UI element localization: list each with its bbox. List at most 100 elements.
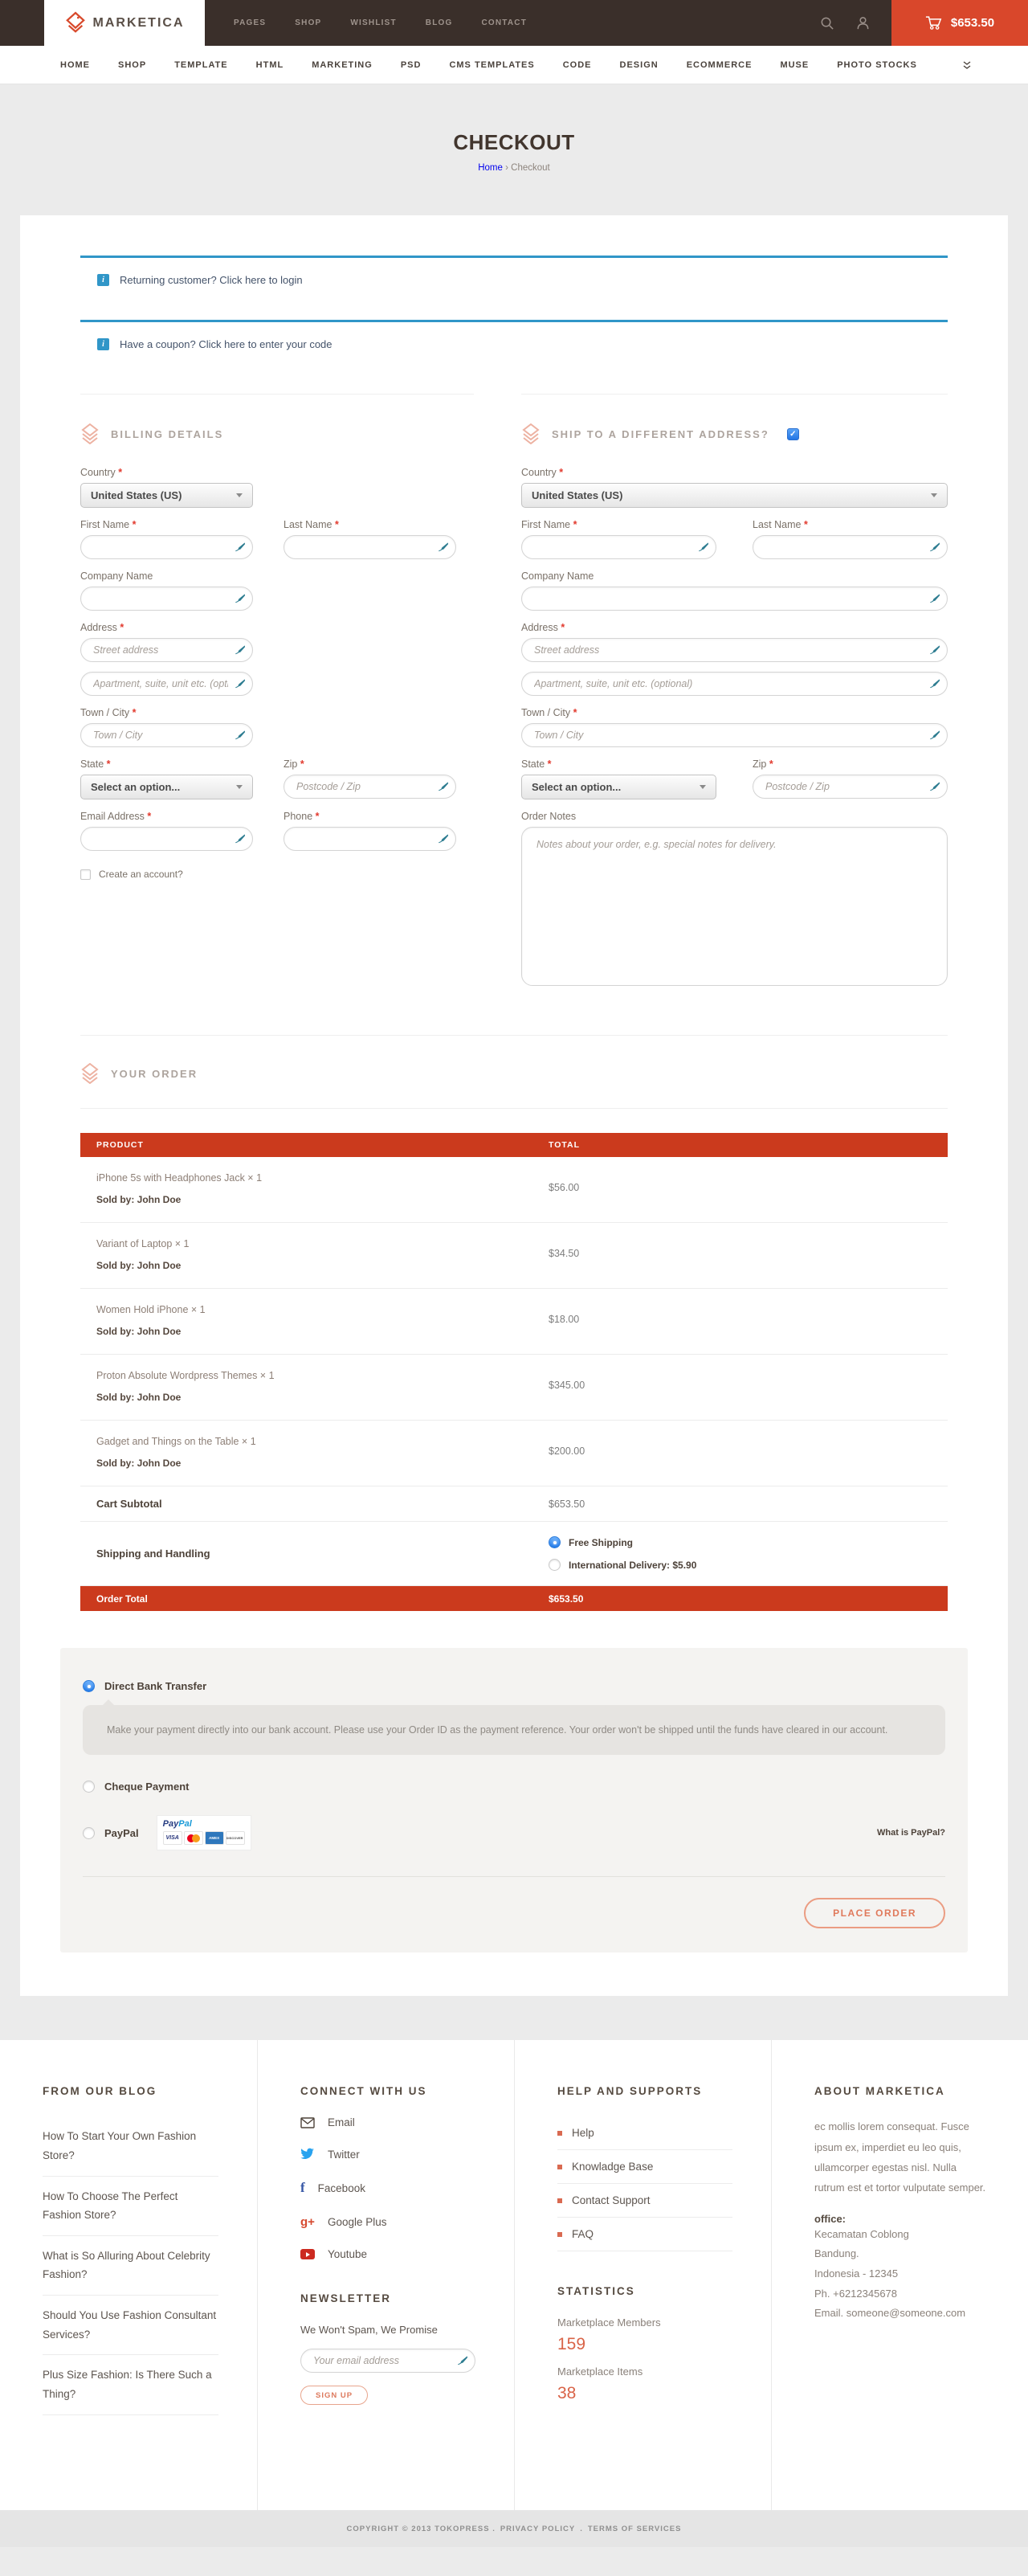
product-total: $56.00 [549, 1172, 579, 1205]
field-label: Town / City * [521, 707, 948, 718]
place-order-button[interactable]: PLACE ORDER [804, 1898, 945, 1928]
coupon-link[interactable]: Click here to enter your code [198, 338, 332, 350]
chevron-double-down-icon[interactable] [962, 60, 972, 70]
brand-logo[interactable]: MARKETICA [44, 0, 205, 46]
billing-zip-input[interactable] [284, 775, 456, 799]
main-nav-photo-stocks[interactable]: PHOTO STOCKS [837, 60, 917, 70]
privacy-policy-link[interactable]: PRIVACY POLICY [500, 2525, 575, 2533]
main-nav-cms-templates[interactable]: CMS TEMPLATES [449, 60, 534, 70]
social-link-googleplus[interactable]: g+ Google Plus [300, 2215, 475, 2229]
billing-last-name-field: Last Name * [284, 519, 456, 559]
radio-icon[interactable] [83, 1781, 95, 1793]
sold-by: Sold by: John Doe [96, 1458, 549, 1469]
signup-button[interactable]: SIGN UP [300, 2386, 368, 2405]
shipping-zip-input[interactable] [753, 775, 948, 799]
top-nav: PAGES SHOP WISHLIST BLOG CONTACT [234, 0, 527, 46]
field-label: Last Name * [284, 519, 456, 530]
social-link-twitter[interactable]: Twitter [300, 2148, 475, 2161]
billing-town-input[interactable] [80, 723, 253, 747]
cart-button[interactable]: $653.50 [891, 0, 1028, 46]
shipping-apartment-input[interactable] [521, 672, 948, 696]
radio-icon[interactable] [549, 1559, 561, 1571]
radio-icon[interactable] [83, 1827, 95, 1839]
radio-selected-icon[interactable] [83, 1680, 95, 1692]
shipping-country-select[interactable]: United States (US) [521, 483, 948, 508]
field-label: First Name * [80, 519, 253, 530]
blog-link[interactable]: Should You Use Fashion Consultant Servic… [43, 2296, 218, 2355]
payment-method-paypal[interactable]: PayPal PayPal VISA AMEX DISCOVER What is… [83, 1815, 945, 1850]
shipping-option-free[interactable]: Free Shipping [549, 1536, 696, 1548]
top-nav-pages[interactable]: PAGES [234, 18, 266, 27]
main-nav-code[interactable]: CODE [563, 60, 592, 70]
shipping-first-name-input[interactable] [521, 535, 716, 559]
layers-icon [521, 423, 541, 444]
main-nav-marketing[interactable]: MARKETING [312, 60, 373, 70]
shipping-company-input[interactable] [521, 587, 948, 611]
top-nav-blog[interactable]: BLOG [426, 18, 453, 27]
blog-link[interactable]: How To Choose The Perfect Fashion Store? [43, 2177, 218, 2236]
ship-different-checkbox[interactable] [787, 428, 799, 440]
order-total-value: $653.50 [549, 1593, 583, 1605]
billing-phone-input[interactable] [284, 827, 456, 851]
main-nav-template[interactable]: TEMPLATE [174, 60, 227, 70]
order-notes-textarea[interactable] [521, 827, 948, 986]
shipping-town-input[interactable] [521, 723, 948, 747]
user-icon[interactable] [855, 15, 871, 31]
layers-icon [80, 423, 100, 444]
breadcrumb: Home › Checkout [0, 163, 1028, 173]
shipping-option-international[interactable]: International Delivery: $5.90 [549, 1559, 696, 1571]
billing-company-input[interactable] [80, 587, 253, 611]
dropdown-arrow-icon [236, 785, 243, 789]
main-nav-ecommerce[interactable]: ECOMMERCE [687, 60, 753, 70]
newsletter-email-input[interactable] [300, 2349, 475, 2373]
billing-email-input[interactable] [80, 827, 253, 851]
stat-members-value: 159 [557, 2335, 732, 2354]
payment-method-bank[interactable]: Direct Bank Transfer [83, 1680, 945, 1692]
field-label: Address * [521, 622, 948, 633]
shipping-last-name-input[interactable] [753, 535, 948, 559]
billing-company-field: Company Name [80, 570, 474, 611]
search-icon[interactable] [819, 15, 834, 31]
coupon-notice: i Have a coupon? Click here to enter you… [80, 320, 948, 365]
top-icons [819, 0, 871, 46]
email-icon [300, 2117, 315, 2128]
shipping-address-field: Address * [521, 622, 948, 696]
blog-link[interactable]: How To Start Your Own Fashion Store? [43, 2116, 218, 2176]
blog-link[interactable]: What is So Alluring About Celebrity Fash… [43, 2236, 218, 2296]
breadcrumb-home[interactable]: Home [478, 163, 503, 173]
payment-method-cheque[interactable]: Cheque Payment [83, 1781, 945, 1793]
top-nav-shop[interactable]: SHOP [295, 18, 321, 27]
statistics-title: STATISTICS [557, 2285, 732, 2297]
social-link-facebook[interactable]: f Facebook [300, 2180, 475, 2196]
top-nav-wishlist[interactable]: WISHLIST [350, 18, 396, 27]
bullet-icon [557, 2165, 562, 2169]
blog-link[interactable]: Plus Size Fashion: Is There Such a Thing… [43, 2355, 218, 2414]
main-nav-design[interactable]: DESIGN [620, 60, 659, 70]
billing-first-name-input[interactable] [80, 535, 253, 559]
shipping-street-input[interactable] [521, 638, 948, 662]
what-is-paypal-link[interactable]: What is PayPal? [877, 1828, 945, 1838]
help-link[interactable]: Help [557, 2116, 732, 2150]
shipping-state-select[interactable]: Select an option... [521, 775, 716, 799]
billing-apartment-input[interactable] [80, 672, 253, 696]
billing-street-input[interactable] [80, 638, 253, 662]
googleplus-icon: g+ [300, 2215, 315, 2229]
billing-country-select[interactable]: United States (US) [80, 483, 253, 508]
help-link[interactable]: Knowladge Base [557, 2150, 732, 2184]
help-link[interactable]: Contact Support [557, 2184, 732, 2218]
main-nav-muse[interactable]: MUSE [780, 60, 809, 70]
social-link-youtube[interactable]: Youtube [300, 2248, 475, 2260]
help-link[interactable]: FAQ [557, 2218, 732, 2251]
main-nav-html[interactable]: HTML [256, 60, 284, 70]
main-nav-psd[interactable]: PSD [401, 60, 422, 70]
create-account-checkbox[interactable] [80, 869, 91, 880]
top-nav-contact[interactable]: CONTACT [481, 18, 527, 27]
main-nav-shop[interactable]: SHOP [118, 60, 146, 70]
terms-link[interactable]: TERMS OF SERVICES [588, 2525, 682, 2533]
login-link[interactable]: Click here to login [219, 274, 302, 286]
billing-last-name-input[interactable] [284, 535, 456, 559]
billing-state-select[interactable]: Select an option... [80, 775, 253, 799]
social-link-email[interactable]: Email [300, 2116, 475, 2128]
radio-selected-icon[interactable] [549, 1536, 561, 1548]
main-nav-home[interactable]: HOME [60, 60, 90, 70]
